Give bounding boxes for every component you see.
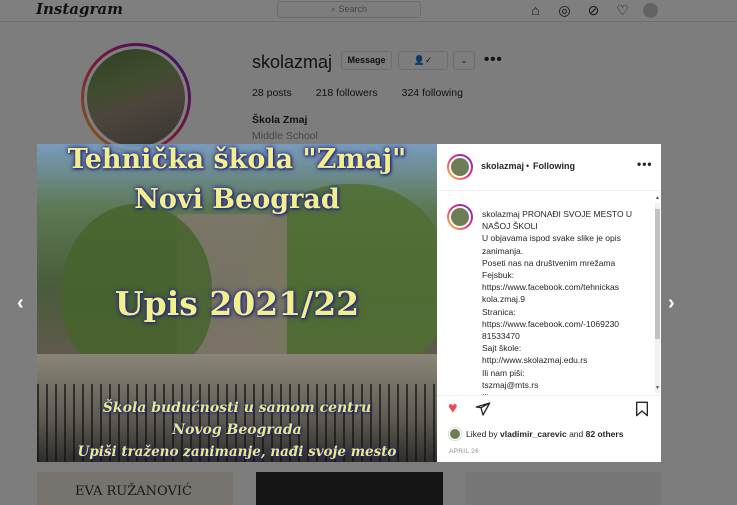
caption-line: tszmaj@mts.rs <box>482 379 539 390</box>
previous-post-arrow-icon[interactable]: ‹ <box>17 292 24 315</box>
share-icon[interactable] <box>475 401 491 417</box>
caption-scrollbar[interactable] <box>655 203 660 393</box>
caption-line: Sajt škole: <box>482 343 522 354</box>
post-header: skolazmaj • Following ••• <box>437 144 661 191</box>
image-title-line: Novi Beograd <box>134 184 340 215</box>
caption-line: 81533470 <box>482 331 520 342</box>
caption-line: Ili nam piši: <box>482 367 525 378</box>
caption-line: Ili nas pozo <box>482 391 640 395</box>
caption-line: https://www.facebook.com/-1069230 <box>482 318 620 329</box>
caption-line: Poseti nas na društvenim mrežama <box>482 257 616 268</box>
following-status[interactable]: Following <box>533 161 575 171</box>
post-caption: skolazmaj PRONAĐI SVOJE MESTO U NAŠOJ ŠK… <box>437 191 661 396</box>
caption-line: kola.zmaj.9 <box>482 294 525 305</box>
caption-text: skolazmaj PRONAĐI SVOJE MESTO U NAŠOJ ŠK… <box>482 208 640 395</box>
caption-line: https://www.facebook.com/tehnickas <box>482 282 620 293</box>
more-options-icon[interactable]: ••• <box>637 157 653 171</box>
save-bookmark-icon[interactable] <box>635 401 649 417</box>
liker-username[interactable]: vladimir_carevic <box>500 429 567 439</box>
separator-dot: • <box>526 161 530 171</box>
caption-line: http://www.skolazmaj.edu.rs <box>482 355 588 366</box>
post-author-avatar[interactable] <box>447 154 473 180</box>
next-post-arrow-icon[interactable]: › <box>668 292 675 315</box>
image-title-line: Tehnička škola "Zmaj" <box>67 144 407 175</box>
caption-line: Stranica: <box>482 306 516 317</box>
post-author-username[interactable]: skolazmaj <box>481 161 524 171</box>
scroll-down-arrow-icon[interactable]: ▼ <box>655 385 660 391</box>
caption-line: U objavama ispod svake slike je opis <box>482 233 621 244</box>
liker-avatar[interactable] <box>449 428 461 440</box>
image-subtitle-line: Škola budućnosti u samom centru <box>102 400 372 416</box>
likes-others[interactable]: 82 others <box>586 429 624 439</box>
likes-prefix: Liked by <box>466 429 498 439</box>
post-image[interactable]: Tehnička škola "Zmaj" Novi Beograd Upis … <box>37 144 437 462</box>
image-title-line: Upis 2021/22 <box>114 284 360 323</box>
caption-username[interactable]: skolazmaj <box>482 209 520 219</box>
caption-line: zanimanja. <box>482 245 524 256</box>
caption-first-line: skolazmaj PRONAĐI SVOJE MESTO U <box>482 209 633 219</box>
post-actions: ♥ <box>437 397 661 423</box>
image-subtitle-line: Novog Beograda <box>172 422 302 438</box>
image-subtitle-line: Upiši traženo zanimanje, nađi svoje mest… <box>77 444 397 460</box>
caption-author-avatar[interactable] <box>447 204 473 230</box>
post-side-panel: skolazmaj • Following ••• skolazmaj PRON… <box>437 144 661 462</box>
caption-line: Fejsbuk: <box>482 270 515 281</box>
likes-summary: Liked by vladimir_carevic and 82 others <box>449 428 623 440</box>
caption-line: NAŠOJ ŠKOLI <box>482 221 538 232</box>
like-heart-icon[interactable]: ♥ <box>448 400 458 418</box>
scroll-up-arrow-icon[interactable]: ▲ <box>655 195 660 201</box>
likes-and: and <box>569 429 584 439</box>
scrollbar-thumb[interactable] <box>655 209 660 339</box>
post-date: APRIL 26 <box>449 448 479 455</box>
